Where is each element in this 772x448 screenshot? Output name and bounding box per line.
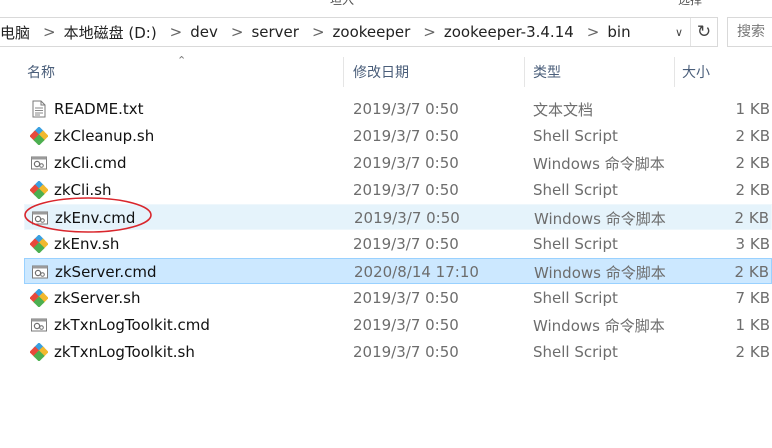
file-row[interactable]: zkEnv.cmd 2019/3/7 0:50 Windows 命令脚本 2 KB — [24, 204, 772, 230]
file-date: 2019/3/7 0:50 — [353, 316, 459, 334]
file-date: 2019/3/7 0:50 — [353, 154, 459, 172]
file-type: Windows 命令脚本 — [533, 316, 665, 335]
file-type: Shell Script — [533, 289, 618, 307]
chevron-right-icon[interactable]: > — [170, 23, 183, 41]
breadcrumb-dev[interactable]: dev — [190, 23, 218, 41]
cmd-file-icon — [32, 211, 48, 225]
shell-script-icon — [30, 181, 48, 199]
file-name: zkCli.cmd — [54, 154, 127, 172]
cmd-file-icon — [31, 318, 47, 332]
file-size: 7 KB — [735, 289, 770, 307]
file-name: zkEnv.sh — [54, 235, 120, 253]
shell-script-icon — [30, 127, 48, 145]
file-size: 2 KB — [735, 343, 770, 361]
column-header-date-label: 修改日期 — [353, 65, 409, 81]
file-name: zkCleanup.sh — [54, 127, 155, 145]
file-name: zkServer.cmd — [55, 263, 157, 281]
breadcrumb-this-pc[interactable]: 电脑 — [0, 22, 30, 43]
column-divider[interactable] — [674, 57, 675, 87]
shell-script-icon — [30, 343, 48, 361]
file-type: Windows 命令脚本 — [534, 263, 666, 282]
breadcrumb: 电脑 > 本地磁盘 (D:) > dev > server > zookeepe… — [0, 18, 631, 46]
file-row[interactable]: zkCli.cmd 2019/3/7 0:50 Windows 命令脚本 2 KB — [24, 150, 772, 176]
address-bar[interactable]: 电脑 > 本地磁盘 (D:) > dev > server > zookeepe… — [0, 17, 718, 47]
file-type: Shell Script — [533, 127, 618, 145]
column-divider[interactable] — [524, 57, 525, 87]
breadcrumb-zookeeper[interactable]: zookeeper — [333, 23, 411, 41]
chevron-right-icon[interactable]: > — [423, 23, 436, 41]
breadcrumb-bin[interactable]: bin — [607, 23, 630, 41]
column-header-date[interactable]: 修改日期 — [353, 53, 523, 91]
chevron-right-icon[interactable]: > — [231, 23, 244, 41]
file-date: 2020/8/14 17:10 — [354, 263, 479, 281]
file-name: zkEnv.cmd — [55, 209, 136, 227]
file-type: Windows 命令脚本 — [533, 154, 665, 173]
file-date: 2019/3/7 0:50 — [353, 181, 459, 199]
file-size: 1 KB — [735, 100, 770, 118]
file-size: 2 KB — [735, 154, 770, 172]
chevron-right-icon[interactable]: > — [43, 23, 56, 41]
file-size: 1 KB — [735, 316, 770, 334]
breadcrumb-drive-d[interactable]: 本地磁盘 (D:) — [64, 22, 157, 43]
sort-ascending-icon: ⌃ — [177, 54, 187, 67]
chevron-right-icon[interactable]: > — [587, 23, 600, 41]
file-size: 2 KB — [734, 263, 769, 281]
file-row[interactable]: zkTxnLogToolkit.cmd 2019/3/7 0:50 Windows … — [24, 312, 772, 338]
text-file-icon — [32, 100, 46, 118]
column-header-row: 名称 修改日期 类型 大小 — [0, 53, 772, 91]
chevron-right-icon[interactable]: > — [312, 23, 325, 41]
history-dropdown-button[interactable]: ∨ — [668, 18, 691, 46]
file-type: Shell Script — [533, 181, 618, 199]
refresh-icon: ↻ — [696, 22, 712, 42]
refresh-button[interactable]: ↻ — [692, 18, 716, 46]
shell-script-icon — [30, 289, 48, 307]
file-date: 2019/3/7 0:50 — [353, 100, 459, 118]
file-row[interactable]: zkEnv.sh 2019/3/7 0:50 Shell Script 3 KB — [24, 231, 772, 257]
file-row[interactable]: zkServer.cmd 2020/8/14 17:10 Windows 命令脚本 2… — [24, 258, 772, 284]
search-input[interactable] — [728, 18, 772, 46]
file-name: README.txt — [54, 100, 144, 118]
file-size: 2 KB — [735, 127, 770, 145]
cmd-file-icon — [31, 156, 47, 170]
breadcrumb-zookeeper-version[interactable]: zookeeper-3.4.14 — [444, 23, 574, 41]
file-date: 2019/3/7 0:50 — [354, 209, 460, 227]
ribbon-fragment: 坦入 选择 — [0, 0, 772, 6]
file-row[interactable]: zkTxnLogToolkit.sh 2019/3/7 0:50 Shell Scr… — [24, 339, 772, 365]
ribbon-fragment-2: 选择 — [678, 0, 702, 6]
file-type: Shell Script — [533, 235, 618, 253]
file-name: zkCli.sh — [54, 181, 112, 199]
shell-script-icon — [30, 235, 48, 253]
column-divider[interactable] — [343, 57, 344, 87]
column-header-size[interactable]: 大小 — [682, 53, 772, 91]
file-date: 2019/3/7 0:50 — [353, 127, 459, 145]
file-row[interactable]: zkCleanup.sh 2019/3/7 0:50 Shell Script 2 K… — [24, 123, 772, 149]
file-name: zkTxnLogToolkit.sh — [54, 343, 195, 361]
ribbon-fragment-1: 坦入 — [330, 0, 354, 6]
file-name: zkServer.sh — [54, 289, 141, 307]
file-size: 3 KB — [735, 235, 770, 253]
column-header-name-label: 名称 — [27, 65, 55, 81]
file-date: 2019/3/7 0:50 — [353, 289, 459, 307]
search-box[interactable] — [727, 17, 772, 47]
file-date: 2019/3/7 0:50 — [353, 343, 459, 361]
file-row[interactable]: README.txt 2019/3/7 0:50 文本文档 1 KB — [24, 96, 772, 122]
file-type: 文本文档 — [533, 100, 594, 119]
file-row[interactable]: zkServer.sh 2019/3/7 0:50 Shell Script 7 KB — [24, 285, 772, 311]
cmd-file-icon — [32, 265, 48, 279]
file-date: 2019/3/7 0:50 — [353, 235, 459, 253]
file-type: Shell Script — [533, 343, 618, 361]
column-header-type[interactable]: 类型 — [533, 53, 673, 91]
column-header-size-label: 大小 — [682, 65, 710, 81]
file-name: zkTxnLogToolkit.cmd — [54, 316, 210, 334]
breadcrumb-server[interactable]: server — [251, 23, 298, 41]
file-row[interactable]: zkCli.sh 2019/3/7 0:50 Shell Script 2 KB — [24, 177, 772, 203]
column-header-type-label: 类型 — [533, 65, 561, 81]
file-type: Windows 命令脚本 — [534, 209, 666, 228]
chevron-down-icon: ∨ — [674, 25, 684, 39]
file-size: 2 KB — [735, 181, 770, 199]
file-size: 2 KB — [734, 209, 769, 227]
